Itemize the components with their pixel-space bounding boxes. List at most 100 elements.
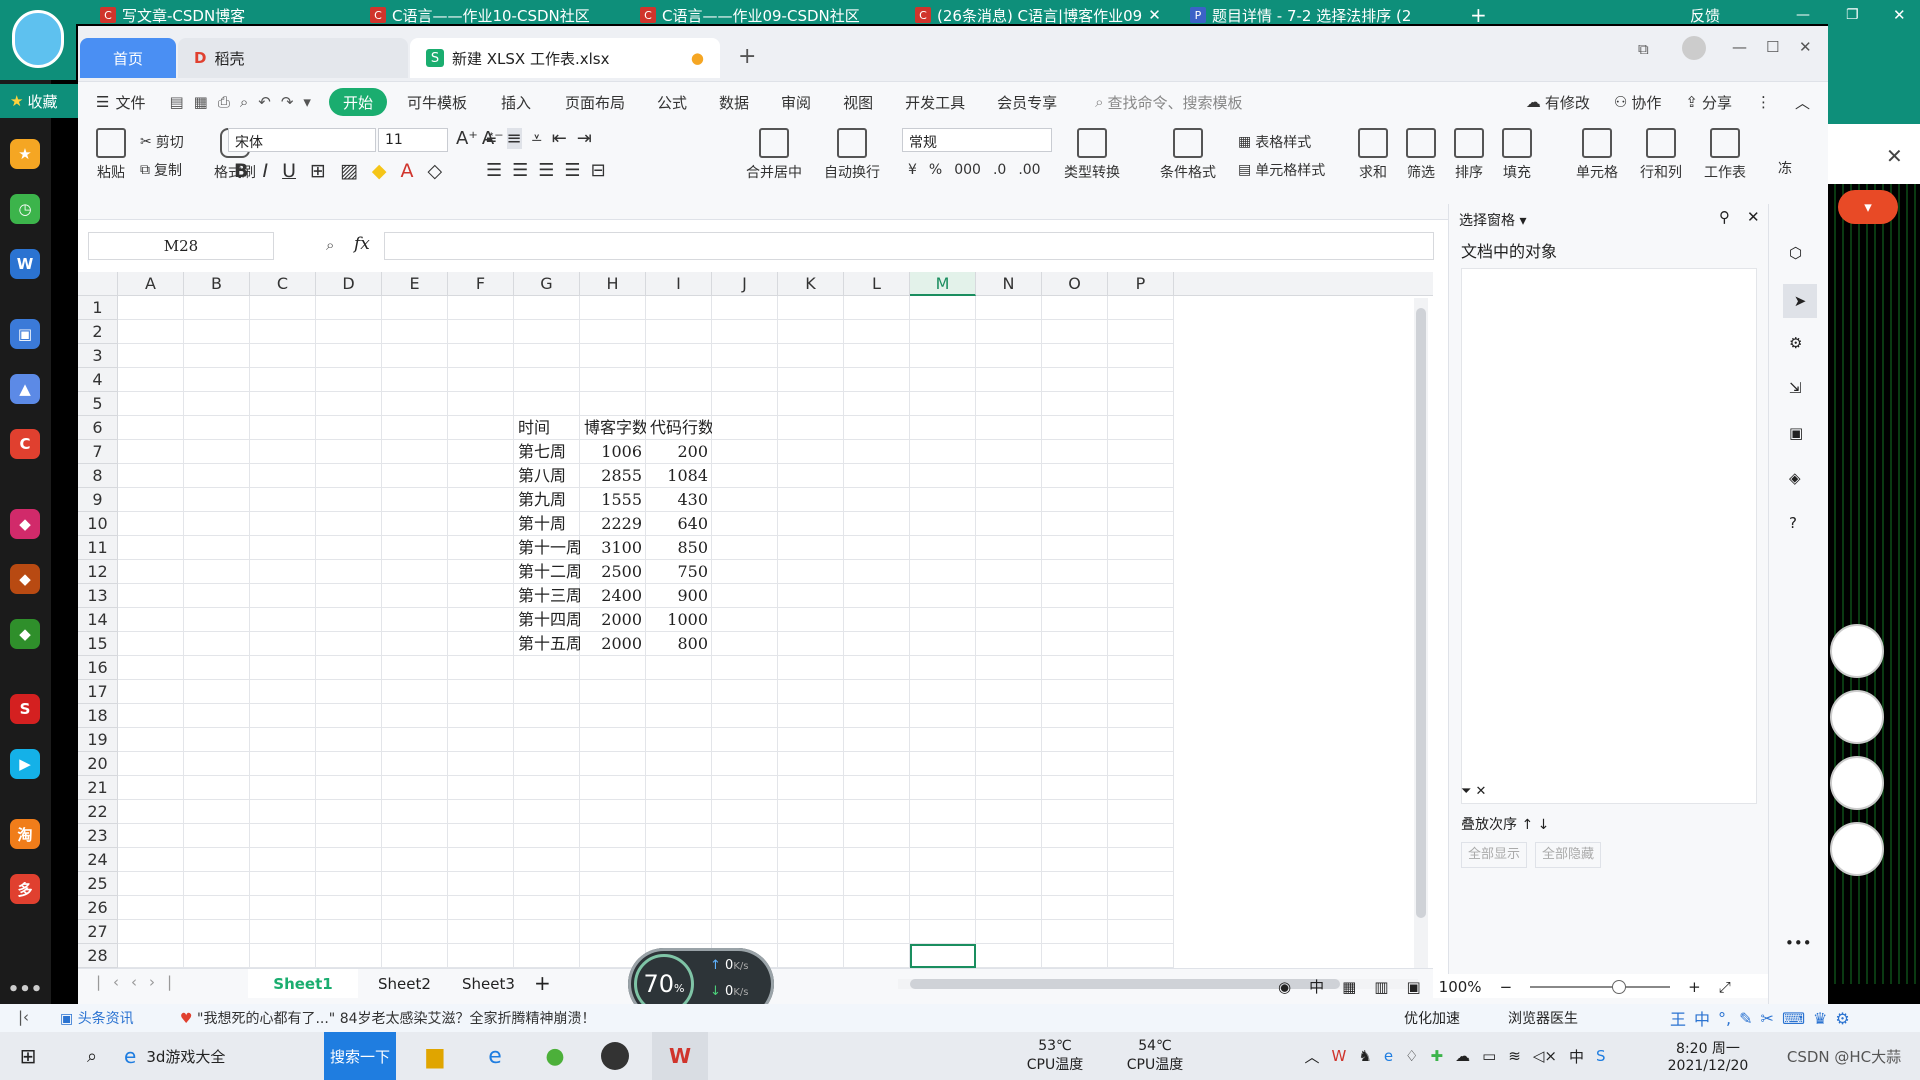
border-icon[interactable]: ⊞	[310, 160, 326, 182]
close-icon[interactable]: ✕	[1747, 208, 1760, 226]
eye-icon[interactable]: ◉	[1278, 978, 1291, 996]
percent-icon[interactable]: %	[929, 162, 942, 178]
undo-icon[interactable]: ↶	[258, 93, 271, 111]
column-header[interactable]: I	[646, 272, 712, 296]
table-cell[interactable]: 2400	[580, 584, 646, 608]
column-header[interactable]: C	[250, 272, 316, 296]
chevron-up-icon[interactable]: ︿	[1305, 1046, 1320, 1067]
ie-tray-icon[interactable]: e	[1384, 1047, 1393, 1065]
clock[interactable]: 8:20 周一 2021/12/20	[1648, 1032, 1768, 1080]
fx-icon[interactable]: fx	[354, 234, 370, 254]
cut-button[interactable]: ✂ 剪切	[140, 132, 184, 152]
formula-input[interactable]	[384, 232, 1434, 260]
ime-tray-icon[interactable]: S	[1596, 1047, 1606, 1065]
table-cell[interactable]: 2000	[580, 608, 646, 632]
news-headline[interactable]: ♥ "我想死的心都有了..." 84岁老太感染艾滋？全家折腾精神崩溃！	[180, 1008, 596, 1028]
column-header[interactable]: A	[118, 272, 184, 296]
notify-icon[interactable]: ♢	[1405, 1047, 1418, 1065]
table-cell[interactable]: 第九周	[514, 488, 580, 512]
browser-tab[interactable]: C C语言——作业10-CSDN社区	[370, 6, 610, 24]
row-header[interactable]: 21	[78, 776, 118, 800]
merge-center-button[interactable]: 合并居中	[746, 128, 802, 182]
browser-doctor-button[interactable]: 浏览器医生	[1508, 1008, 1578, 1028]
report-icon[interactable]	[1830, 756, 1884, 810]
restore-icon[interactable]: ❐	[1846, 6, 1859, 24]
wps-tray-icon[interactable]: W	[1332, 1047, 1347, 1065]
cell-button[interactable]: 单元格	[1576, 128, 1618, 182]
row-col-button[interactable]: 行和列	[1640, 128, 1682, 182]
table-cell[interactable]: 800	[646, 632, 712, 656]
save-icon[interactable]: ▤	[169, 93, 183, 111]
volume-icon[interactable]: ◁×	[1533, 1047, 1557, 1065]
close-icon[interactable]: ✕	[1893, 6, 1906, 24]
table-header-cell[interactable]: 代码行数	[646, 416, 712, 440]
settings-icon[interactable]: ⚙	[1789, 334, 1802, 352]
table-cell[interactable]: 第十二周	[514, 560, 580, 584]
row-header[interactable]: 1	[78, 296, 118, 320]
row-header[interactable]: 19	[78, 728, 118, 752]
table-cell[interactable]: 第十一周	[514, 536, 580, 560]
align-bottom-icon[interactable]: ⩡	[532, 128, 542, 149]
column-header[interactable]: K	[778, 272, 844, 296]
number-format-select[interactable]: 常规	[902, 128, 1052, 152]
zoom-formula-icon[interactable]: ⌕	[326, 236, 334, 254]
table-cell[interactable]: 1006	[580, 440, 646, 464]
table-cell[interactable]: 第七周	[514, 440, 580, 464]
selected-cell[interactable]	[910, 944, 976, 968]
column-header[interactable]: E	[382, 272, 448, 296]
normal-view-icon[interactable]: ▦	[1342, 978, 1356, 996]
table-cell[interactable]: 第十五周	[514, 632, 580, 656]
favorites-button[interactable]: ★ 收藏	[0, 84, 78, 118]
layout-icon[interactable]: ⧉	[1638, 40, 1649, 58]
csdn-icon[interactable]: C	[10, 429, 40, 459]
page-layout-icon[interactable]: ▥	[1374, 978, 1388, 996]
menu-review[interactable]: 审阅	[769, 82, 823, 122]
table-cell[interactable]: 第十三周	[514, 584, 580, 608]
row-header[interactable]: 18	[78, 704, 118, 728]
column-header[interactable]: F	[448, 272, 514, 296]
row-header[interactable]: 20	[78, 752, 118, 776]
row-header[interactable]: 15	[78, 632, 118, 656]
chevron-left-icon[interactable]: |‹	[18, 1008, 29, 1026]
pane-title[interactable]: 选择窗格 ▾	[1459, 210, 1526, 230]
table-cell[interactable]: 2855	[580, 464, 646, 488]
avatar[interactable]	[1682, 36, 1706, 60]
column-header[interactable]: M	[910, 272, 976, 296]
fullscreen-icon[interactable]: ⤢	[1719, 978, 1731, 996]
edit-icon[interactable]	[1830, 624, 1884, 678]
wps-icon[interactable]: W	[652, 1032, 708, 1080]
font-color-icon[interactable]: A	[401, 160, 414, 182]
conditional-format-button[interactable]: 条件格式	[1160, 128, 1216, 182]
add-sheet-button[interactable]: +	[534, 971, 551, 995]
row-header[interactable]: 7	[78, 440, 118, 464]
help-icon[interactable]: ?	[1789, 514, 1797, 532]
sort-button[interactable]: 排序	[1454, 128, 1484, 182]
table-cell[interactable]: 900	[646, 584, 712, 608]
filter-button[interactable]: 筛选	[1406, 128, 1436, 182]
row-header[interactable]: 17	[78, 680, 118, 704]
browser-logo-icon[interactable]	[12, 10, 64, 68]
row-header[interactable]: 24	[78, 848, 118, 872]
row-header[interactable]: 23	[78, 824, 118, 848]
feedback-link[interactable]: 反馈	[1690, 6, 1720, 25]
indent-increase-icon[interactable]: ⇥	[577, 128, 592, 149]
tab-docer[interactable]: D 稻壳	[178, 38, 408, 78]
underline-icon[interactable]: U	[282, 160, 296, 182]
minimize-icon[interactable]: —	[1796, 6, 1810, 24]
game-icon[interactable]: ◆	[10, 619, 40, 649]
back-to-top-icon[interactable]	[1830, 822, 1884, 876]
zoom-slider[interactable]	[1530, 979, 1671, 994]
sheet-tab[interactable]: Sheet3	[462, 975, 515, 993]
italic-icon[interactable]: I	[262, 160, 268, 182]
hide-all-button[interactable]: 全部隐藏	[1535, 842, 1601, 868]
row-header[interactable]: 26	[78, 896, 118, 920]
app-icon[interactable]: 多	[10, 874, 40, 904]
close-icon[interactable]: ✕	[1799, 38, 1812, 56]
fill-button[interactable]: 填充	[1502, 128, 1532, 182]
scrollbar-thumb[interactable]	[910, 979, 1340, 989]
row-header[interactable]: 11	[78, 536, 118, 560]
sheet-tab[interactable]: Sheet2	[378, 975, 431, 993]
eraser-icon[interactable]: ◇	[428, 160, 443, 182]
weibo-icon[interactable]: S	[10, 694, 40, 724]
table-style-button[interactable]: ▦ 表格样式	[1238, 132, 1311, 152]
